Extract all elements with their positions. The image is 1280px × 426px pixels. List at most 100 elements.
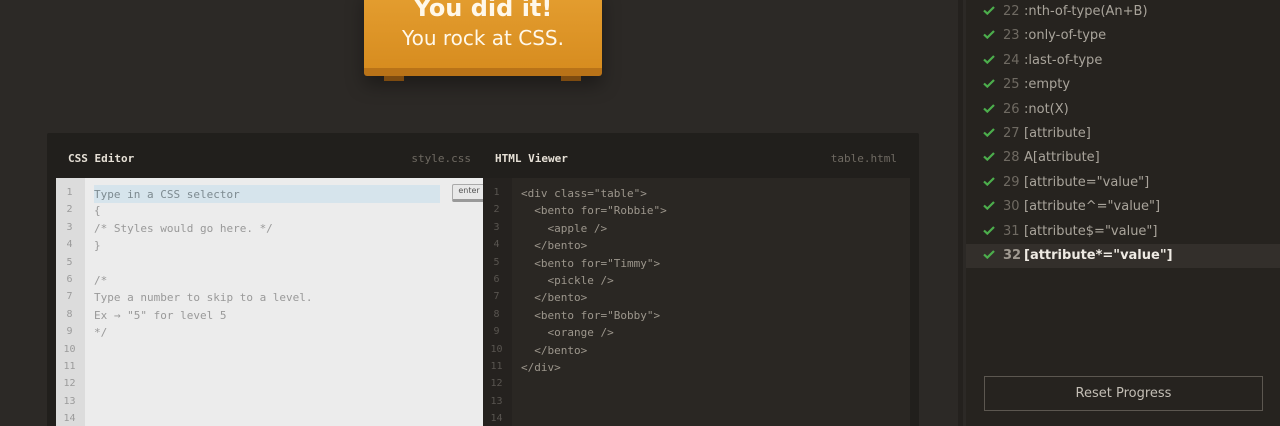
code-line: </div>: [521, 361, 561, 374]
enter-button[interactable]: enter: [452, 184, 486, 202]
level-name: :not(X): [1024, 101, 1069, 117]
level-item[interactable]: 23:only-of-type: [966, 24, 1280, 48]
code-line: <pickle />: [521, 274, 614, 287]
code-line: </bento>: [521, 291, 588, 305]
level-name: [attribute*="value"]: [1024, 248, 1173, 263]
level-number: 32: [1003, 248, 1022, 263]
level-name: A[attribute]: [1024, 150, 1100, 166]
line-number: 13: [63, 395, 76, 407]
check-icon: [983, 128, 995, 137]
line-number: 5: [66, 256, 73, 268]
line-number: 2: [493, 204, 500, 216]
table-leg-left: [384, 76, 404, 81]
line-number: 12: [490, 378, 503, 390]
check-icon: [983, 103, 995, 113]
check-icon: [983, 152, 995, 162]
line-number: 7: [493, 291, 500, 303]
code-line: <bento for="Robbie">: [521, 204, 667, 218]
code-line: */: [94, 326, 108, 340]
check-icon: [983, 30, 995, 40]
line-number: 1: [493, 187, 500, 198]
line-number: 11: [490, 361, 503, 372]
line-number: 13: [490, 395, 503, 407]
html-viewer-header: HTML Viewer table.html: [495, 152, 897, 168]
line-number: 5: [493, 256, 500, 268]
level-name: :empty: [1024, 77, 1071, 93]
level-name: :only-of-type: [1024, 28, 1107, 44]
level-number: 24: [1003, 52, 1020, 68]
level-item[interactable]: 31 [attribute$="value"]: [966, 220, 1280, 244]
level-number: 29: [1003, 174, 1020, 190]
code-line: <div class="table">: [521, 187, 647, 200]
code-line: Type a number to skip to a level.: [94, 291, 313, 305]
level-number: 31: [1003, 223, 1020, 239]
css-editor-pane[interactable]: 1 2 3 4 5 6 7 8 9 10 11 12 13 14 {/* Styles would go …: [56, 178, 486, 426]
check-icon: [983, 201, 995, 211]
reset-progress-button[interactable]: Reset Progress: [984, 376, 1263, 411]
check-icon: [983, 177, 995, 186]
check-icon: [983, 250, 995, 259]
level-item[interactable]: 28 A[attribute]: [966, 146, 1280, 170]
banner-subtitle: You rock at CSS.: [402, 26, 564, 50]
level-number: 28: [1003, 150, 1020, 166]
code-line: /* Styles would go here. */: [94, 221, 273, 235]
sidebar-divider: [958, 0, 963, 426]
line-number: 10: [63, 343, 76, 355]
success-banner: You did it! You rock at CSS.: [364, 0, 602, 93]
code-line: <bento for="Bobby">: [521, 308, 661, 322]
line-number: 9: [66, 326, 73, 338]
level-item[interactable]: 24:last-of-type: [966, 49, 1280, 73]
level-item[interactable]: 22 :nth-of-type(An+B): [966, 0, 1280, 24]
line-number: 10: [490, 343, 503, 355]
code-line: {: [94, 204, 101, 218]
level-name: [attribute="value"]: [1024, 174, 1150, 190]
level-item[interactable]: 30 [attribute^="value"]: [966, 195, 1280, 219]
line-number: 4: [66, 239, 73, 251]
code-line: </bento>: [521, 343, 588, 357]
html-viewer-pane: 1 2 3 4 5 6 7 8 9 10 11 12 13 14 <div class="table"> …: [483, 178, 910, 426]
code-line: <bento for="Timmy">: [521, 256, 661, 270]
level-number: 27: [1003, 126, 1020, 141]
css-editor-title: CSS Editor: [68, 152, 135, 165]
html-viewer-title: HTML Viewer: [495, 152, 568, 165]
level-item[interactable]: 29 [attribute="value"]: [966, 171, 1280, 195]
level-name: [attribute]: [1024, 126, 1091, 141]
code-line: <apple />: [521, 221, 608, 235]
line-number: 3: [66, 221, 73, 233]
line-number: 6: [493, 274, 500, 285]
level-name: [attribute$="value"]: [1024, 223, 1158, 239]
line-number: 2: [66, 204, 73, 216]
check-icon: [983, 6, 995, 15]
banner-plaque: You did it! You rock at CSS.: [364, 0, 602, 75]
line-number: 9: [493, 326, 500, 338]
code-line: Ex → "5" for level 5: [94, 308, 227, 322]
line-number: 14: [63, 413, 76, 425]
level-item[interactable]: 27 [attribute]: [966, 122, 1280, 146]
level-number: 26: [1003, 101, 1020, 117]
line-number: 6: [66, 274, 73, 285]
level-item[interactable]: 25:empty: [966, 73, 1280, 97]
code-line: /*: [94, 274, 108, 287]
code-line: }: [94, 239, 101, 253]
banner-edge: [364, 68, 602, 76]
level-name: :nth-of-type(An+B): [1024, 4, 1148, 19]
line-number: 1: [66, 187, 73, 198]
level-item[interactable]: 32 [attribute*="value"]: [966, 244, 1280, 268]
check-icon: [983, 225, 995, 235]
check-icon: [983, 55, 995, 64]
line-number: 8: [66, 308, 73, 320]
level-item[interactable]: 26:not(X): [966, 98, 1280, 122]
line-number: 14: [490, 413, 503, 425]
line-number: 3: [493, 221, 500, 233]
level-number: 30: [1003, 199, 1020, 215]
line-number: 4: [493, 239, 500, 251]
level-number: 22: [1003, 4, 1020, 19]
level-number: 25: [1003, 77, 1020, 93]
editor-frame: CSS Editor style.css HTML Viewer table.h…: [47, 133, 919, 426]
line-number: 12: [63, 378, 76, 390]
css-editor-filename: style.css: [411, 152, 471, 165]
css-selector-input[interactable]: [94, 185, 440, 203]
code-line: <orange />: [521, 326, 614, 340]
html-viewer-filename: table.html: [830, 152, 897, 165]
banner-title: You did it!: [413, 0, 553, 22]
